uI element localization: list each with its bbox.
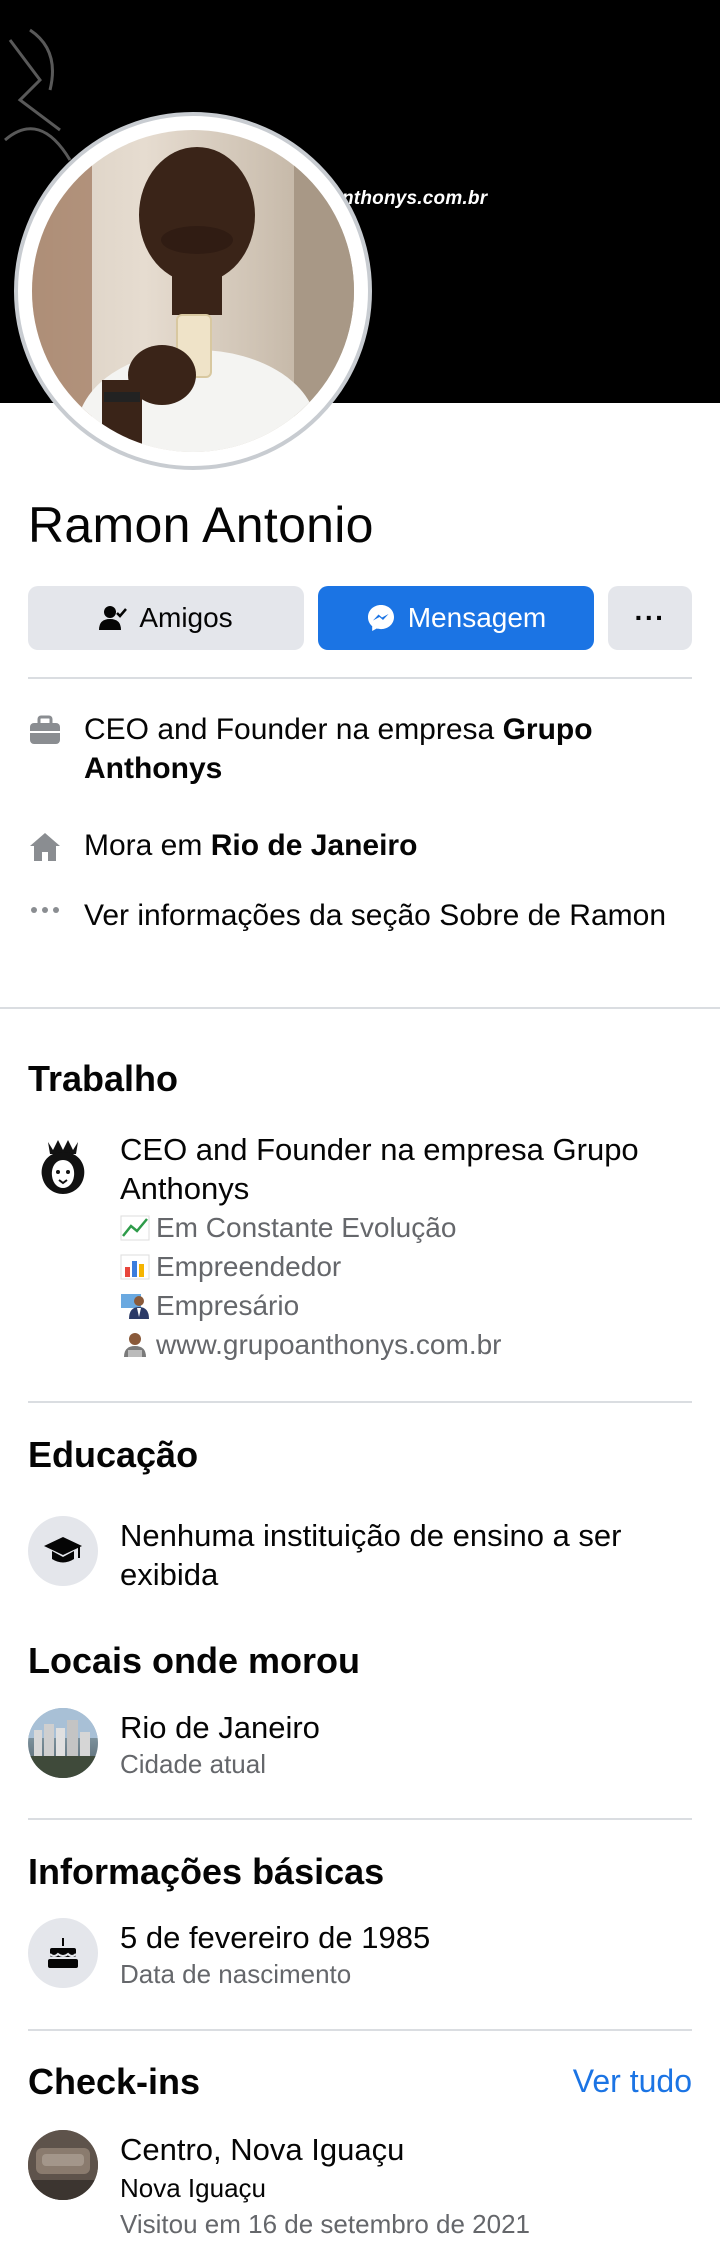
cover-text: nthonys.com.br (342, 188, 488, 209)
section-title-places: Locais onde morou (28, 1640, 361, 1681)
avatar-person-icon (32, 130, 354, 452)
work-job: CEO and Founder na empresa Grupo Anthony… (120, 1132, 639, 1206)
birthday-date: 5 de fevereiro de 1985 (120, 1920, 431, 1955)
bio-line: Empresário (120, 1286, 692, 1325)
places-label: Cidade atual (120, 1749, 266, 1779)
friends-button[interactable]: Amigos (28, 586, 304, 650)
lion-logo-icon (28, 1130, 98, 1200)
avatar-photo (32, 130, 354, 452)
lives-city[interactable]: Rio de Janeiro (211, 829, 418, 862)
message-button[interactable]: Mensagem (318, 586, 594, 650)
bio-line: Em Constante Evolução (120, 1208, 692, 1247)
bio-line: Empreendedor (120, 1247, 692, 1286)
friend-check-icon (99, 606, 128, 630)
more-icon: ··· (634, 602, 666, 633)
divider (28, 1818, 692, 1820)
education-item[interactable]: Nenhuma instituição de ensino a ser exib… (28, 1516, 692, 1594)
intro-work[interactable]: CEO and Founder na empresa Grupo Anthony… (28, 710, 692, 788)
divider (28, 1401, 692, 1403)
intro-about[interactable]: Ver informações da seção Sobre de Ramon (28, 896, 692, 935)
checkin-place: Centro, Nova Iguaçu (120, 2132, 405, 2167)
lives-prefix: Mora em (84, 829, 211, 862)
more-button[interactable]: ··· (608, 586, 692, 650)
section-title-work: Trabalho (28, 1058, 179, 1099)
city-photo-icon (28, 1708, 98, 1778)
checkin-city: Nova Iguaçu (120, 2173, 266, 2203)
section-title-checkins: Check-ins (28, 2061, 201, 2102)
divider (28, 677, 692, 679)
checkin-visited: Visitou em 16 de setembro de 2021 (120, 2209, 531, 2239)
section-title-education: Educação (28, 1434, 199, 1475)
birthday-label: Data de nascimento (120, 1959, 352, 1989)
divider (28, 2029, 692, 2031)
profile-name: Ramon Antonio (28, 497, 374, 553)
work-prefix: CEO and Founder na empresa (84, 713, 503, 746)
profile-avatar[interactable] (14, 112, 372, 470)
graduation-cap-icon (28, 1516, 98, 1586)
businessman-emoji-icon (121, 1293, 149, 1319)
section-title-basic-info: Informações básicas (28, 1851, 385, 1892)
bio-line: www.grupoanthonys.com.br (120, 1325, 692, 1364)
messenger-icon (367, 605, 394, 631)
bar-chart-emoji-icon (120, 1254, 150, 1279)
friends-label: Amigos (139, 602, 233, 633)
birthday-item[interactable]: 5 de fevereiro de 1985 Data de nasciment… (28, 1918, 692, 1992)
checkin-item[interactable]: Centro, Nova Iguaçu Nova Iguaçu Visitou … (28, 2130, 692, 2242)
checkin-photo-icon (28, 2130, 98, 2200)
technologist-emoji-icon (124, 1332, 146, 1357)
see-all-link[interactable]: Ver tudo (573, 2063, 692, 2100)
places-item[interactable]: Rio de Janeiro Cidade atual (28, 1708, 692, 1782)
places-city: Rio de Janeiro (120, 1710, 320, 1745)
briefcase-icon (30, 715, 60, 744)
home-icon (30, 833, 60, 861)
message-label: Mensagem (407, 602, 547, 633)
birthday-cake-icon (28, 1918, 98, 1988)
about-link: Ver informações da seção Sobre de Ramon (84, 899, 666, 932)
more-dots-icon (31, 907, 59, 913)
work-item[interactable]: CEO and Founder na empresa Grupo Anthony… (28, 1130, 692, 1364)
intro-lives[interactable]: Mora em Rio de Janeiro (28, 826, 692, 869)
education-text: Nenhuma instituição de ensino a ser exib… (120, 1518, 622, 1592)
chart-up-emoji-icon (120, 1215, 150, 1240)
divider (0, 1007, 720, 1009)
